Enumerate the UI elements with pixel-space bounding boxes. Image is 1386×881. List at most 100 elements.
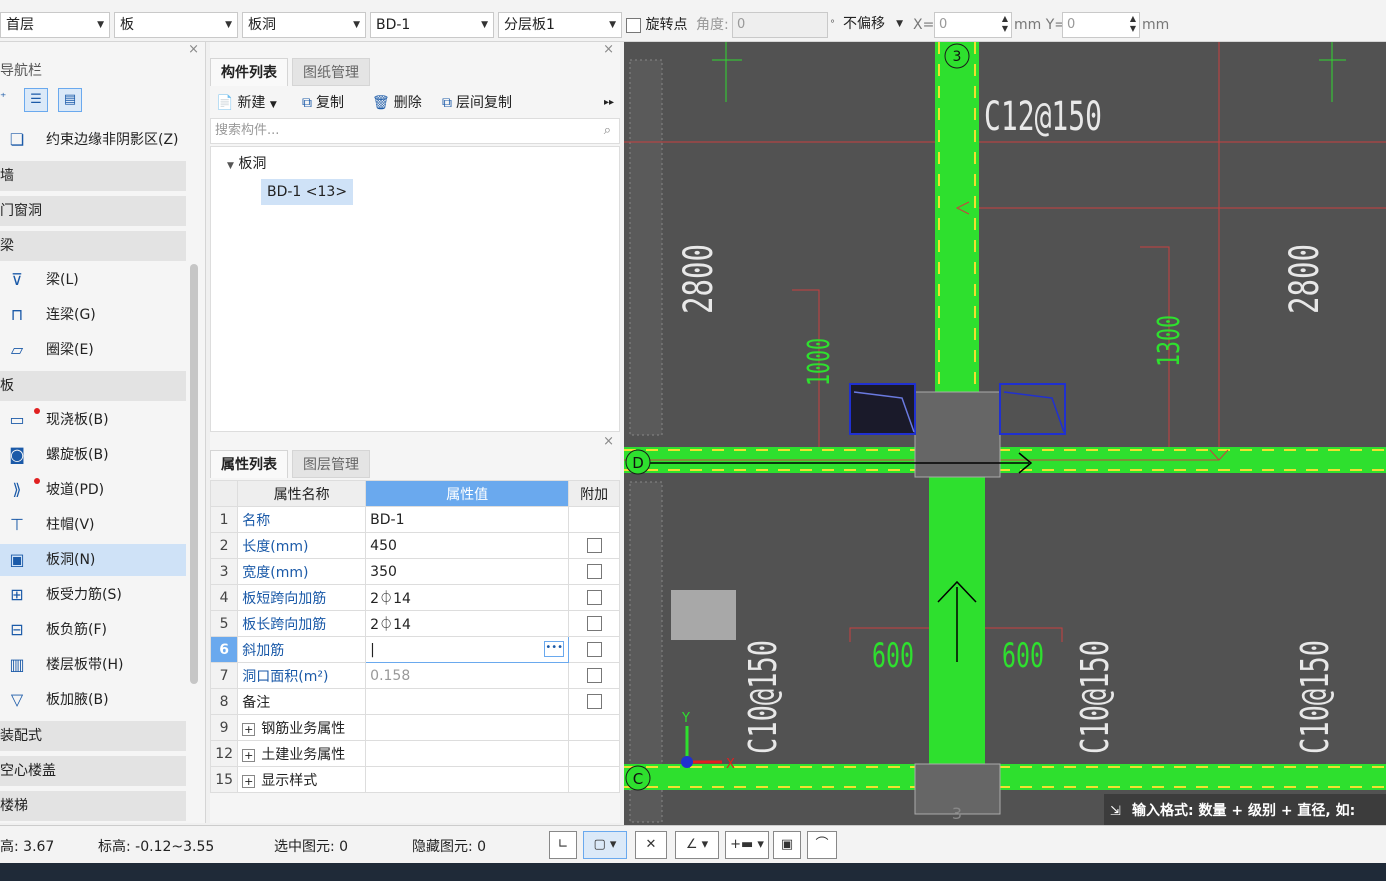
nav-item[interactable]: ⊽ 梁(L) <box>0 264 186 296</box>
nav-group[interactable]: 空心楼盖 <box>0 756 186 786</box>
property-row[interactable]: 5 板长跨向加筋 2⏀14 <box>209 610 620 637</box>
angle-input[interactable]: 0 <box>732 12 828 38</box>
nav-item[interactable]: ▣ 板洞(N) <box>0 544 186 576</box>
nav-item[interactable]: ▭ 现浇板(B) <box>0 404 186 436</box>
nav-item[interactable]: ▥ 楼层板带(H) <box>0 649 186 681</box>
nav-item[interactable]: ▱ 圈梁(E) <box>0 334 186 366</box>
component-select[interactable]: BD-1 ▼ <box>370 12 494 38</box>
property-value[interactable] <box>365 740 570 767</box>
tab-drawing-management[interactable]: 图纸管理 <box>292 58 370 86</box>
detail-view-icon[interactable]: ▤ <box>58 88 82 112</box>
drawing-canvas[interactable]: 3 3 D C C12@150 2800 2800 1000 1300 600 … <box>624 42 1386 825</box>
new-button[interactable]: 📄 新建 ▼ <box>216 92 277 114</box>
property-row[interactable]: 8 备注 <box>209 688 620 715</box>
expand-icon[interactable]: + <box>242 722 256 736</box>
more-icon[interactable]: ▸▸ <box>604 92 614 114</box>
close-icon[interactable]: × <box>603 434 614 449</box>
offset-select[interactable]: 不偏移 ▼ <box>838 12 908 38</box>
property-row[interactable]: 12 + 土建业务属性 <box>209 740 620 767</box>
property-value[interactable]: BD-1 <box>365 506 570 533</box>
arc-snap-icon[interactable]: ⌒ <box>807 831 837 859</box>
property-value[interactable] <box>365 714 570 741</box>
extra-checkbox[interactable] <box>586 642 602 657</box>
spinner-icon[interactable]: ▲ ▼ <box>1002 14 1008 34</box>
nav-item[interactable]: ▽ 板加腋(B) <box>0 684 186 716</box>
ortho-icon[interactable]: ∟ <box>549 831 577 859</box>
property-name[interactable]: + 显示样式 <box>237 766 367 793</box>
close-icon[interactable]: × <box>603 42 614 57</box>
nav-group[interactable]: 门窗洞 <box>0 196 186 226</box>
property-row[interactable]: 7 洞口面积(m²) 0.158 <box>209 662 620 689</box>
x-input[interactable]: 0 ▲ ▼ <box>934 12 1012 38</box>
property-row[interactable]: 2 长度(mm) 450 <box>209 532 620 559</box>
more-options-icon[interactable]: ••• <box>544 641 565 657</box>
property-row[interactable]: 4 板短跨向加筋 2⏀14 <box>209 584 620 611</box>
expand-icon[interactable]: + <box>242 774 256 788</box>
extra-checkbox[interactable] <box>586 564 602 579</box>
chevron-down-icon[interactable]: ▼ <box>227 161 234 171</box>
nav-item[interactable]: ⊟ 板负筋(F) <box>0 614 186 646</box>
tree-item-bd1[interactable]: BD-1 <13> <box>261 179 354 205</box>
list-view-icon[interactable]: ☰ <box>24 88 48 112</box>
extra-checkbox[interactable] <box>586 668 602 683</box>
property-value[interactable]: 2⏀14 <box>365 584 570 611</box>
cross-snap-icon[interactable]: ✕ <box>635 831 667 859</box>
nav-group[interactable]: 墙 <box>0 161 186 191</box>
property-row[interactable]: 15 + 显示样式 <box>209 766 620 793</box>
expand-icon[interactable]: + <box>242 748 256 762</box>
nav-item[interactable]: ◙ 螺旋板(B) <box>0 439 186 471</box>
floor-copy-button[interactable]: ⧉ 层间复制 <box>442 92 512 114</box>
property-value[interactable]: 450 <box>365 532 570 559</box>
property-row[interactable]: 1 名称 BD-1 <box>209 506 620 533</box>
nav-item[interactable]: ⊞ 板受力筋(S) <box>0 579 186 611</box>
search-input[interactable]: 搜索构件... ⌕ <box>210 118 620 144</box>
property-name[interactable]: + 钢筋业务属性 <box>237 714 367 741</box>
y-input[interactable]: 0 ▲ ▼ <box>1062 12 1140 38</box>
snap-mode-icon[interactable]: ▢ ▾ <box>583 831 627 859</box>
layer-display-icon[interactable]: ▣ <box>773 831 801 859</box>
nav-scrollbar[interactable] <box>190 264 198 684</box>
property-value[interactable]: 350 <box>365 558 570 585</box>
extra-checkbox[interactable] <box>586 538 602 553</box>
nav-item[interactable]: ⊓ 连梁(G) <box>0 299 186 331</box>
nav-group[interactable]: 楼梯 <box>0 791 186 821</box>
delete-button[interactable]: 🗑 删除 <box>372 92 422 114</box>
nav-group[interactable]: 装配式 <box>0 721 186 751</box>
pin-icon[interactable]: ⁺ <box>0 90 6 104</box>
tab-property-list[interactable]: 属性列表 <box>210 450 288 478</box>
property-row[interactable]: 3 宽度(mm) 350 <box>209 558 620 585</box>
property-value[interactable] <box>365 688 570 715</box>
floor-select[interactable]: 首层 ▼ <box>0 12 110 38</box>
type-select[interactable]: 板洞 ▼ <box>242 12 366 38</box>
rotate-point-checkbox[interactable] <box>626 17 641 33</box>
property-name[interactable]: + 土建业务属性 <box>237 740 367 767</box>
tree-root[interactable]: ▼ 板洞 <box>227 153 266 173</box>
offset-snap-icon[interactable]: +▬ ▾ <box>725 831 769 859</box>
extra-checkbox[interactable] <box>586 590 602 605</box>
rotate-point-toggle[interactable]: 旋转点 <box>626 12 687 38</box>
property-row[interactable]: 6 斜加筋 | ••• <box>209 636 620 663</box>
copy-button[interactable]: ⧉ 复制 <box>302 92 344 114</box>
nav-group[interactable]: 板 <box>0 371 186 401</box>
property-value[interactable]: | ••• <box>365 636 570 663</box>
spinner-icon[interactable]: ▲ ▼ <box>1130 14 1136 34</box>
extra-checkbox[interactable] <box>586 616 602 631</box>
property-value[interactable]: 2⏀14 <box>365 610 570 637</box>
nav-item[interactable]: ⊤ 柱帽(V) <box>0 509 186 541</box>
search-icon[interactable]: ⌕ <box>604 119 611 143</box>
property-value[interactable] <box>365 766 570 793</box>
nav-item[interactable]: ❏ 约束边缘非阴影区(Z) <box>0 124 186 156</box>
close-icon[interactable]: × <box>188 42 199 57</box>
property-value[interactable]: 0.158 <box>365 662 570 689</box>
tab-layer-management[interactable]: 图层管理 <box>292 450 370 478</box>
column[interactable] <box>914 391 1001 478</box>
layer-select[interactable]: 分层板1 ▼ <box>498 12 622 38</box>
nav-group[interactable]: 梁 <box>0 231 186 261</box>
property-row[interactable]: 9 + 钢筋业务属性 <box>209 714 620 741</box>
nav-item[interactable]: ⟫ 坡道(PD) <box>0 474 186 506</box>
category-select[interactable]: 板 ▼ <box>114 12 238 38</box>
extra-checkbox[interactable] <box>586 694 602 709</box>
angle-snap-icon[interactable]: ∠ ▾ <box>675 831 719 859</box>
beam-vertical-upper[interactable] <box>935 42 979 392</box>
drawing-svg[interactable]: 3 3 D C C12@150 2800 2800 1000 1300 600 … <box>624 42 1386 825</box>
